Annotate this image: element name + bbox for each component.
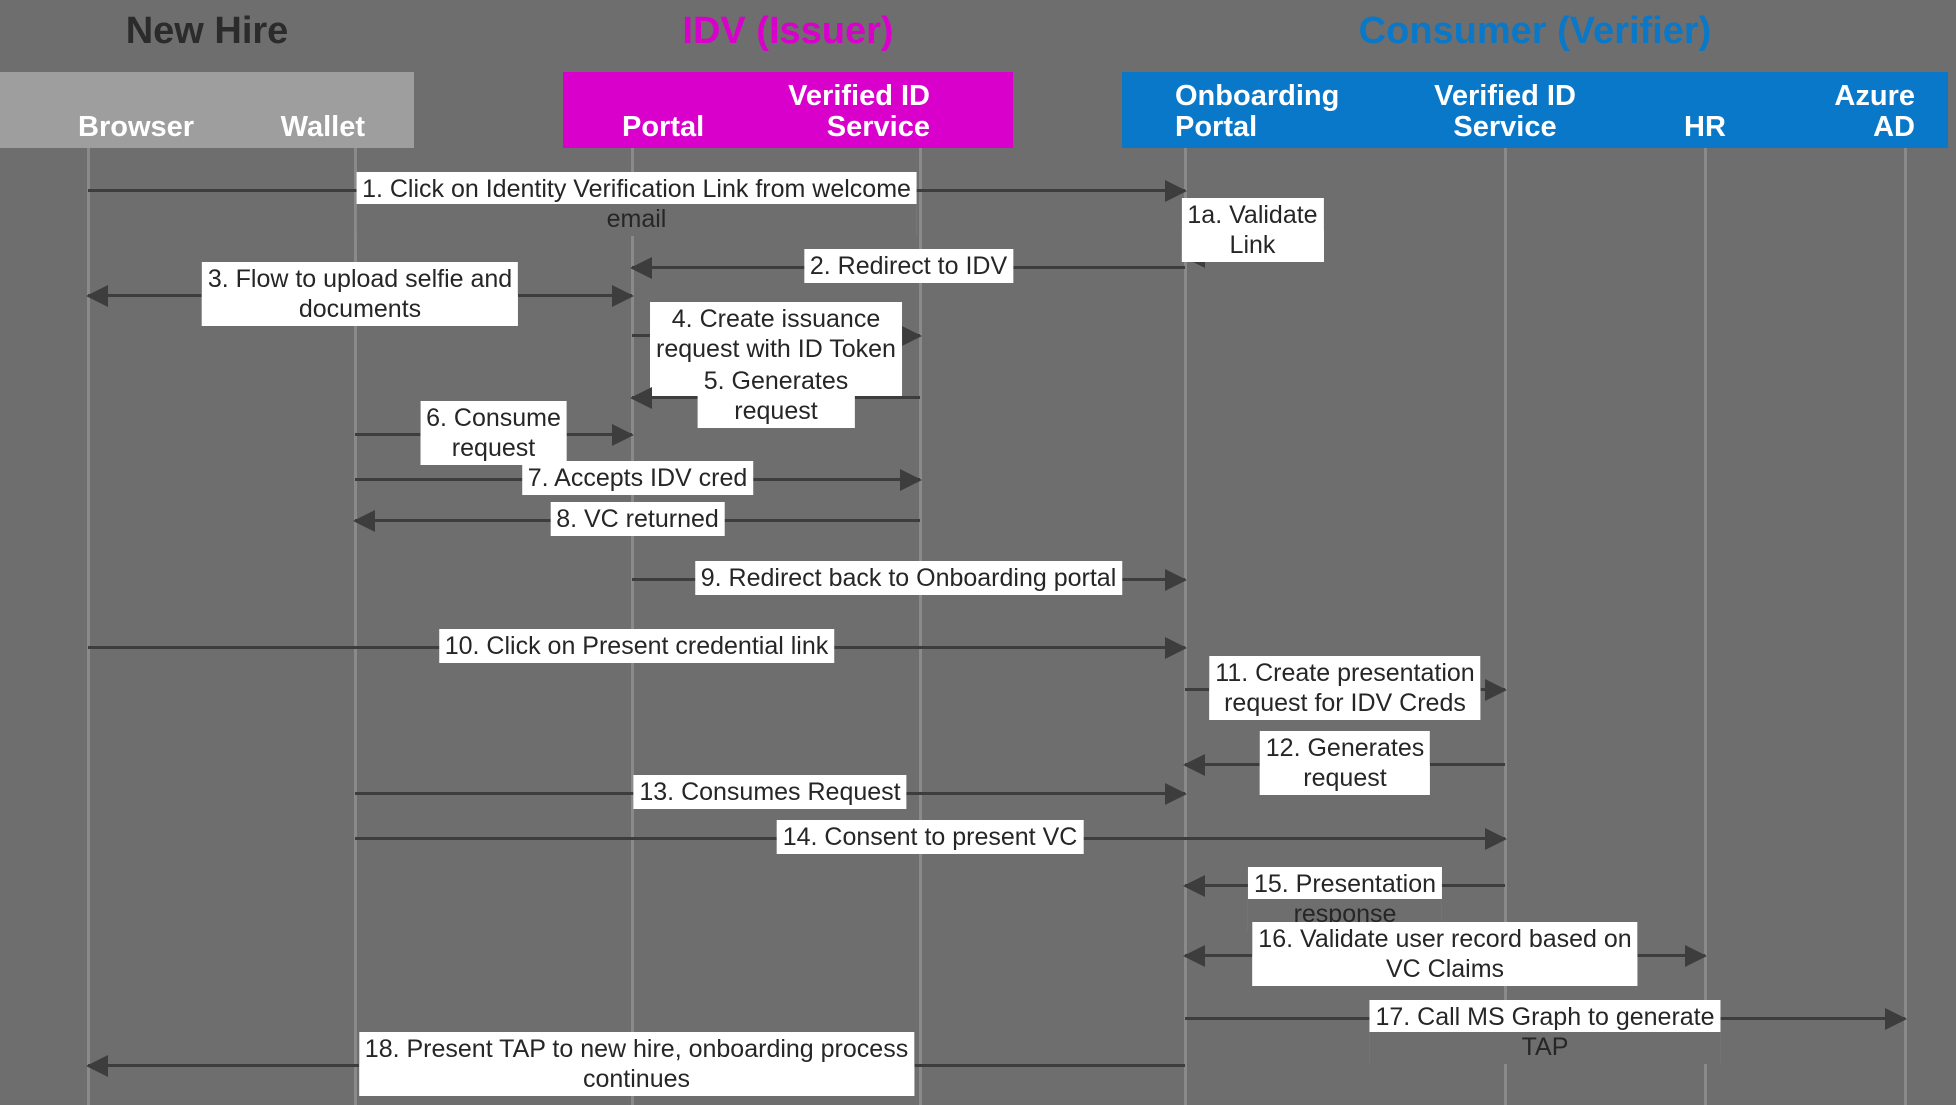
- message-label-line2: request: [1259, 763, 1431, 795]
- message-label: 10. Click on Present credential link: [438, 629, 835, 663]
- message-label: 5. Generates request: [697, 364, 855, 428]
- message-label-line2: Link: [1181, 230, 1324, 262]
- message-label-line2: continues: [358, 1064, 915, 1096]
- message-label-line2: documents: [201, 294, 519, 326]
- message-label: 1. Click on Identity Verification Link f…: [356, 172, 917, 236]
- lifeline-idv-vid: [919, 148, 922, 1105]
- message-label: 3. Flow to upload selfie and documents: [201, 262, 519, 326]
- message-label-line1: 8. VC returned: [556, 505, 719, 533]
- lifeline-azure-ad: [1904, 148, 1907, 1105]
- message-1a-self: 1a. Validate Link: [1181, 198, 1324, 268]
- message-label: 8. VC returned: [550, 502, 725, 536]
- arrow-right-icon: [1485, 828, 1507, 850]
- message-label-line1: 4. Create issuance: [671, 305, 881, 333]
- actor-label-line: Wallet: [280, 110, 365, 143]
- message-label-line1: 18. Present TAP to new hire, onboarding …: [364, 1035, 909, 1063]
- message-label-line1: 3. Flow to upload selfie and: [207, 265, 513, 293]
- actor-label-idv-vid: Verified ID Service: [670, 72, 930, 148]
- arrow-left-icon: [1183, 754, 1205, 776]
- message-label-line1: 15. Presentation: [1253, 870, 1437, 898]
- message-label-line1: 2. Redirect to IDV: [809, 252, 1008, 280]
- group-title-consumer: Consumer (Verifier): [1358, 10, 1712, 52]
- message-label: 6. Consume request: [420, 401, 567, 465]
- message-label-line2: request for IDV Creds: [1209, 688, 1481, 720]
- message-label-line1: 7. Accepts IDV cred: [527, 464, 748, 492]
- arrow-left-icon: [1183, 875, 1205, 897]
- message-label-line1: 1a. Validate: [1187, 201, 1318, 229]
- message-label: 2. Redirect to IDV: [803, 249, 1014, 283]
- arrow-right-icon: [1485, 679, 1507, 701]
- message-label-line1: 5. Generates: [703, 367, 849, 395]
- message-label: 18. Present TAP to new hire, onboarding …: [358, 1032, 915, 1096]
- arrow-left-icon: [353, 510, 375, 532]
- message-label: 13. Consumes Request: [633, 775, 907, 809]
- actor-label-azure-ad: Azure AD: [1655, 72, 1915, 148]
- message-label-line1: 12. Generates: [1265, 734, 1425, 762]
- arrow-right-icon: [1685, 945, 1707, 967]
- arrow-right-icon: [612, 424, 634, 446]
- sequence-diagram-canvas: New Hire IDV (Issuer) Consumer (Verifier) B…: [0, 0, 1956, 1105]
- message-label-line2: email: [356, 204, 917, 236]
- message-label-line1: 6. Consume: [426, 404, 561, 432]
- message-label: 9. Redirect back to Onboarding portal: [694, 561, 1123, 595]
- message-label: 14. Consent to present VC: [776, 820, 1084, 854]
- group-title-new-hire: New Hire: [125, 10, 289, 52]
- message-label-line1: 16. Validate user record based on: [1258, 925, 1632, 953]
- message-label-line1: 1. Click on Identity Verification Link f…: [362, 175, 911, 203]
- actor-label-wallet: Wallet: [105, 72, 365, 148]
- arrow-right-icon: [900, 469, 922, 491]
- arrow-right-icon: [612, 285, 634, 307]
- message-label-line1: 11. Create presentation: [1215, 659, 1475, 687]
- message-label: 17. Call MS Graph to generate TAP: [1369, 1000, 1721, 1064]
- arrow-right-icon: [1165, 783, 1187, 805]
- arrow-right-icon: [1165, 637, 1187, 659]
- message-label-line1: 17. Call MS Graph to generate: [1375, 1003, 1715, 1031]
- actor-label-line: Azure: [1834, 80, 1915, 113]
- arrow-left-icon: [1183, 945, 1205, 967]
- message-label-line2: TAP: [1369, 1032, 1721, 1064]
- arrow-right-icon: [1165, 569, 1187, 591]
- arrow-left-icon: [86, 285, 108, 307]
- actor-label-line: Verified ID: [788, 80, 930, 113]
- actor-label-line: Service: [826, 110, 930, 143]
- arrow-left-icon: [630, 257, 652, 279]
- message-label-line2: VC Claims: [1252, 954, 1638, 986]
- message-label-line1: 14. Consent to present VC: [782, 823, 1078, 851]
- message-label-line1: 9. Redirect back to Onboarding portal: [700, 564, 1117, 592]
- message-label: 1a. Validate Link: [1181, 198, 1324, 262]
- arrow-left-icon: [630, 387, 652, 409]
- message-label-line1: 13. Consumes Request: [639, 778, 901, 806]
- arrow-right-icon: [900, 325, 922, 347]
- message-label-line1: 10. Click on Present credential link: [444, 632, 829, 660]
- message-label-line2: request with ID Token: [650, 334, 902, 366]
- message-label: 12. Generates request: [1259, 731, 1431, 795]
- arrow-left-icon: [86, 1055, 108, 1077]
- message-label: 11. Create presentation request for IDV C…: [1209, 656, 1481, 720]
- message-label-line2: request: [697, 396, 855, 428]
- arrow-right-icon: [1885, 1008, 1907, 1030]
- message-label: 16. Validate user record based on VC Clai…: [1252, 922, 1638, 986]
- message-label: 7. Accepts IDV cred: [521, 461, 754, 495]
- actor-label-line: AD: [1873, 110, 1915, 143]
- group-title-idv: IDV (Issuer): [682, 10, 894, 52]
